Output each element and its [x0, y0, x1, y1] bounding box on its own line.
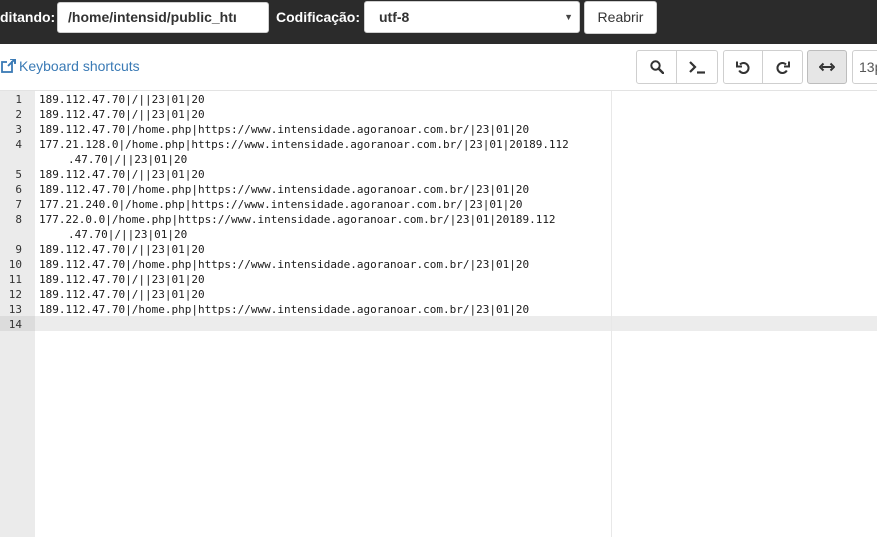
- line-text: 189.112.47.70|/||23|01|20: [39, 243, 205, 256]
- line-text: 189.112.47.70|/||23|01|20: [39, 288, 205, 301]
- terminal-icon: [689, 61, 705, 74]
- code-line[interactable]: 10 189.112.47.70|/home.php|https://www.in…: [0, 257, 877, 272]
- terminal-button[interactable]: [676, 50, 718, 84]
- line-number: 13: [8, 303, 22, 316]
- undo-icon: [735, 61, 750, 74]
- line-number: 8: [15, 213, 22, 226]
- line-number: 14: [8, 318, 22, 331]
- keyboard-shortcuts-label: Keyboard shortcuts: [19, 58, 140, 74]
- editing-label: ditando:: [0, 9, 56, 25]
- encoding-select[interactable]: utf-8 ▼: [364, 1, 580, 33]
- caret-down-icon: ▼: [564, 12, 573, 22]
- code-line[interactable]: 14: [0, 317, 877, 332]
- code-line[interactable]: 7 177.21.240.0|/home.php|https://www.inte…: [0, 197, 877, 212]
- code-line[interactable]: 2 189.112.47.70|/||23|01|20: [0, 107, 877, 122]
- line-number: 3: [15, 123, 22, 136]
- line-text: 189.112.47.70|/home.php|https://www.inte…: [39, 123, 530, 136]
- file-path-input[interactable]: /home/intensid/public_htı: [57, 2, 269, 33]
- keyboard-shortcuts-link[interactable]: Keyboard shortcuts: [1, 58, 140, 74]
- external-link-icon: [1, 58, 16, 73]
- code-lines: 1 189.112.47.70|/||23|01|20 2 189.112.47.70…: [0, 92, 877, 332]
- undo-button[interactable]: [723, 50, 763, 84]
- code-line[interactable]: 6 189.112.47.70|/home.php|https://www.int…: [0, 182, 877, 197]
- line-number: 4: [15, 138, 22, 151]
- line-text: 189.112.47.70|/home.php|https://www.inte…: [39, 183, 530, 196]
- code-line[interactable]: 11 189.112.47.70|/||23|01|20: [0, 272, 877, 287]
- reopen-button[interactable]: Reabrir: [584, 1, 657, 34]
- line-number: 10: [8, 258, 22, 271]
- code-line[interactable]: 3 189.112.47.70|/home.php|https://www.int…: [0, 122, 877, 137]
- encoding-label: Codificação:: [276, 9, 361, 25]
- line-number: 2: [15, 108, 22, 121]
- code-line[interactable]: 8 177.22.0.0|/home.php|https://www.intens…: [0, 212, 877, 242]
- code-editor[interactable]: 1 189.112.47.70|/||23|01|20 2 189.112.47.70…: [0, 91, 877, 537]
- line-number: 5: [15, 168, 22, 181]
- search-button[interactable]: [636, 50, 677, 84]
- code-line[interactable]: 9 189.112.47.70|/||23|01|20: [0, 242, 877, 257]
- line-text-wrapped: .47.70|/||23|01|20: [68, 228, 188, 241]
- code-line[interactable]: 4 177.21.128.0|/home.php|https://www.inte…: [0, 137, 877, 167]
- search-icon: [649, 60, 664, 74]
- code-line[interactable]: 1 189.112.47.70|/||23|01|20: [0, 92, 877, 107]
- redo-icon: [776, 61, 790, 74]
- line-number: 12: [8, 288, 22, 301]
- line-number: 9: [15, 243, 22, 256]
- code-line[interactable]: 5 189.112.47.70|/||23|01|20: [0, 167, 877, 182]
- font-size-select[interactable]: 13p: [852, 50, 877, 84]
- line-text: 189.112.47.70|/home.php|https://www.inte…: [39, 258, 530, 271]
- encoding-select-value: utf-8: [379, 9, 410, 25]
- line-text-wrapped: .47.70|/||23|01|20: [68, 153, 188, 166]
- line-number: 11: [8, 273, 22, 286]
- code-line[interactable]: 12 189.112.47.70|/||23|01|20: [0, 287, 877, 302]
- line-text: 177.21.128.0|/home.php|https://www.inten…: [39, 138, 569, 151]
- line-text: 177.21.240.0|/home.php|https://www.inten…: [39, 198, 523, 211]
- line-number: 6: [15, 183, 22, 196]
- code-line[interactable]: 13 189.112.47.70|/home.php|https://www.in…: [0, 302, 877, 317]
- line-number: 1: [15, 93, 22, 106]
- line-text: 189.112.47.70|/||23|01|20: [39, 168, 205, 181]
- word-wrap-toggle[interactable]: [807, 50, 847, 84]
- wrap-horizontal-arrows-icon: [819, 62, 835, 72]
- line-text: 189.112.47.70|/||23|01|20: [39, 273, 205, 286]
- redo-button[interactable]: [762, 50, 803, 84]
- line-text: 189.112.47.70|/||23|01|20: [39, 108, 205, 121]
- editor-header-bar: ditando: /home/intensid/public_htı Codif…: [0, 0, 877, 44]
- line-text: 189.112.47.70|/||23|01|20: [39, 93, 205, 106]
- line-text: 189.112.47.70|/home.php|https://www.inte…: [39, 303, 530, 316]
- line-text: 177.22.0.0|/home.php|https://www.intensi…: [39, 213, 556, 226]
- editor-toolbar: Keyboard shortcuts 13p: [0, 44, 877, 91]
- line-number: 7: [15, 198, 22, 211]
